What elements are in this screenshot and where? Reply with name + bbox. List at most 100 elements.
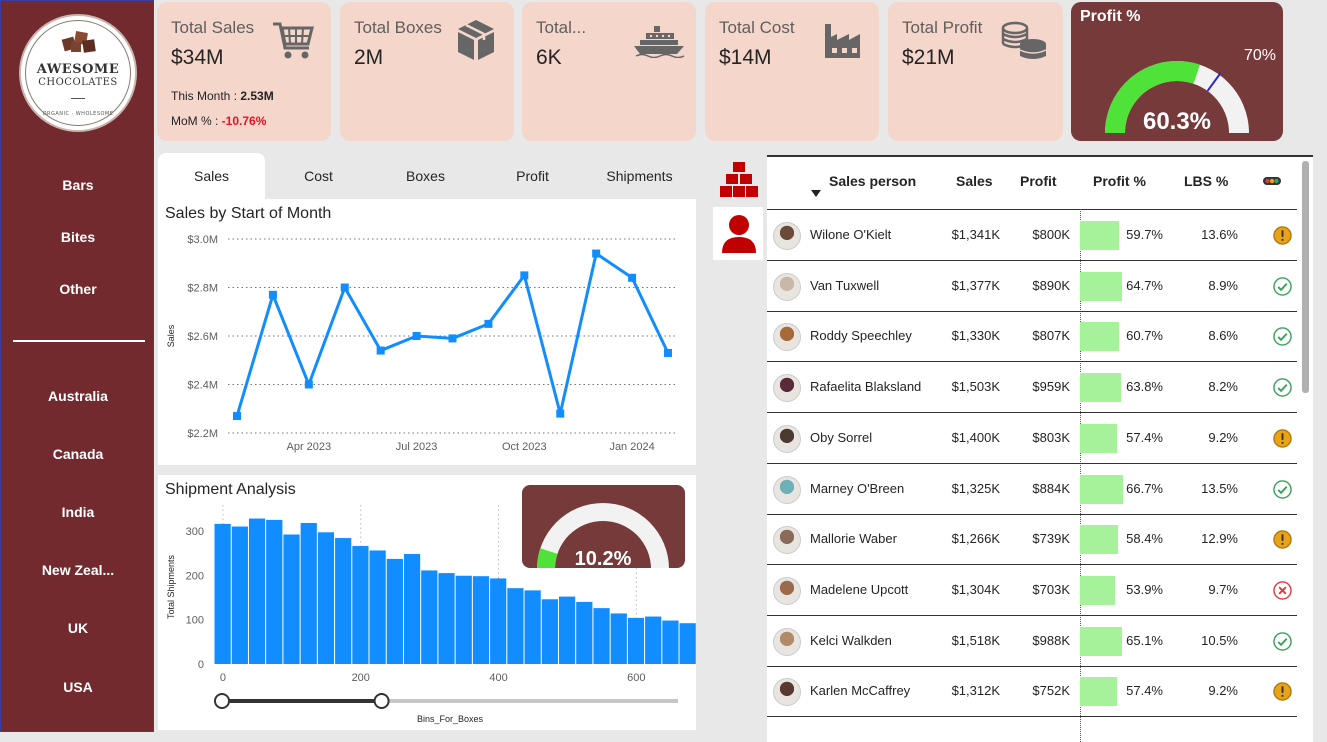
header-sales[interactable]: Sales — [956, 173, 993, 189]
profit-pct-value: 57.4% — [1126, 429, 1163, 445]
profit-gauge: 70% 60.3% — [1105, 47, 1276, 135]
histogram-bar — [490, 578, 507, 664]
coins-icon — [1001, 21, 1047, 59]
x-tick-label: 0 — [220, 672, 226, 684]
sales-data-point — [520, 271, 529, 280]
histogram-bar — [438, 573, 455, 664]
table-row[interactable]: Mallorie Waber $1,266K $739K 58.4% 12.9% — [767, 514, 1297, 566]
sales-data-point — [376, 346, 385, 355]
traffic-light-icon — [1263, 177, 1281, 185]
header-profit[interactable]: Profit — [1020, 173, 1057, 189]
product-view-button[interactable] — [713, 153, 763, 206]
chocolate-boxes-icon — [61, 31, 96, 53]
table-row[interactable]: Van Tuxwell $1,377K $890K 64.7% 8.9% — [767, 261, 1297, 312]
salesperson-name: Karlen McCaffrey — [810, 683, 911, 699]
histogram-bar — [403, 554, 421, 664]
profit-pct-value: 63.8% — [1126, 379, 1163, 395]
profit-pct-value: 57.4% — [1126, 683, 1163, 699]
avatar — [773, 272, 801, 301]
table-row[interactable]: Roddy Speechley $1,330K $807K 60.7% 8.6% — [767, 311, 1297, 363]
nav-country-australia[interactable]: Australia — [1, 388, 155, 404]
sales-value: $1,266K — [951, 531, 1000, 547]
profit-pct-bar — [1080, 322, 1120, 352]
kpi-label: Total Boxes — [354, 18, 442, 37]
histogram-bar — [266, 519, 283, 664]
tab-shipments[interactable]: Shipments — [586, 153, 693, 199]
nav-country-new-zealand[interactable]: New Zeal... — [1, 562, 155, 578]
profit-pct-bar — [1080, 373, 1122, 403]
sales-data-point — [412, 332, 421, 340]
y-tick-label: 200 — [186, 570, 204, 582]
view-toggle-strip — [713, 153, 763, 260]
x-tick-label: Apr 2023 — [287, 441, 332, 453]
table-scrollbar[interactable] — [1302, 161, 1309, 393]
this-month-label: This Month : — [171, 89, 241, 103]
sort-desc-icon[interactable] — [811, 190, 821, 197]
profit-gauge-card: Profit % 70% 60.3% — [1071, 2, 1283, 141]
sales-data-point — [592, 249, 601, 258]
kpi-value: $34M — [171, 46, 224, 69]
mom-row: MoM % : -10.76% — [171, 114, 266, 128]
header-profit-pct[interactable]: Profit % — [1093, 173, 1146, 189]
avatar — [773, 475, 801, 504]
kpi-card-total-boxes: Total Boxes 2M — [340, 2, 514, 141]
profit-pct-value: 65.1% — [1126, 632, 1163, 648]
histogram-bar — [593, 608, 610, 664]
histogram-bar — [386, 558, 403, 664]
lbs-pct-value: 12.9% — [1201, 531, 1238, 547]
logo-title-line1: AWESOME — [36, 62, 120, 77]
tab-cost[interactable]: Cost — [265, 153, 372, 199]
table-row[interactable]: Oby Sorrel $1,400K $803K 57.4% 9.2% — [767, 413, 1297, 464]
nav-product-other[interactable]: Other — [1, 281, 155, 297]
table-row[interactable]: Rafaelita Blaksland $1,503K $959K 63.8% 8.2% — [767, 362, 1297, 414]
y-tick-label: 100 — [186, 615, 204, 627]
y-axis-label: Sales — [166, 324, 176, 347]
gauge-value-label: 60.3% — [1143, 108, 1211, 135]
avatar — [773, 576, 801, 605]
sales-data-point — [628, 273, 637, 282]
lbs-pct-value: 13.6% — [1201, 227, 1238, 242]
header-lbs-pct[interactable]: LBS % — [1184, 173, 1228, 189]
tab-sales[interactable]: Sales — [158, 153, 265, 199]
profit-value: $807K — [1032, 328, 1070, 344]
nav-country-canada[interactable]: Canada — [1, 446, 155, 462]
salesperson-name: Rafaelita Blaksland — [810, 379, 922, 395]
salesperson-name: Oby Sorrel — [810, 429, 873, 445]
nav-product-bars[interactable]: Bars — [1, 177, 155, 193]
tab-profit[interactable]: Profit — [479, 153, 586, 199]
range-slider-min-handle[interactable] — [214, 693, 230, 709]
salesperson-name: Van Tuxwell — [810, 277, 880, 293]
stacked-boxes-icon — [720, 162, 758, 197]
avatar — [773, 627, 801, 656]
kpi-card-total-sales: Total Sales $34M This Month : 2.53M MoM … — [157, 2, 331, 141]
x-tick-label: 200 — [352, 672, 370, 684]
table-row[interactable]: Madelene Upcott $1,304K $703K 53.9% 9.7% — [767, 565, 1297, 616]
nav-country-india[interactable]: India — [1, 504, 155, 520]
table-row[interactable]: Marney O'Breen $1,325K $884K 66.7% 13.5% — [767, 464, 1297, 515]
table-row[interactable]: Wilone O'Kielt $1,341K $800K 59.7% 13.6% — [767, 210, 1297, 261]
sales-value: $1,503K — [951, 379, 1000, 395]
table-row[interactable]: Karlen McCaffrey $1,312K $752K 57.4% 9.2% — [767, 666, 1297, 718]
sales-value: $1,312K — [951, 683, 1000, 699]
tab-boxes[interactable]: Boxes — [372, 153, 479, 199]
range-slider-max-handle[interactable] — [373, 693, 390, 709]
nav-country-uk[interactable]: UK — [1, 620, 155, 636]
check-circle-icon — [1273, 631, 1292, 651]
nav-product-bites[interactable]: Bites — [1, 229, 155, 245]
profit-value: $988K — [1032, 632, 1070, 648]
kpi-label: Total Cost — [719, 18, 795, 37]
table-row[interactable]: Kelci Walkden $1,518K $988K 65.1% 10.5% — [767, 616, 1297, 667]
avatar — [773, 222, 801, 250]
header-sales-person[interactable]: Sales person — [829, 173, 916, 189]
y-tick-label: $2.4M — [187, 380, 218, 392]
this-month-row: This Month : 2.53M — [171, 89, 274, 103]
sales-data-point — [340, 283, 349, 292]
histogram-bar — [421, 570, 438, 664]
nav-country-usa[interactable]: USA — [1, 679, 155, 695]
shipment-gauge-card: 10.2% — [522, 485, 685, 570]
x-tick-label: 600 — [627, 672, 645, 684]
nav-divider — [13, 340, 145, 342]
sales-value: $1,518K — [951, 632, 1000, 648]
salesperson-view-button[interactable] — [713, 207, 763, 260]
mom-value: -10.76% — [221, 114, 267, 128]
